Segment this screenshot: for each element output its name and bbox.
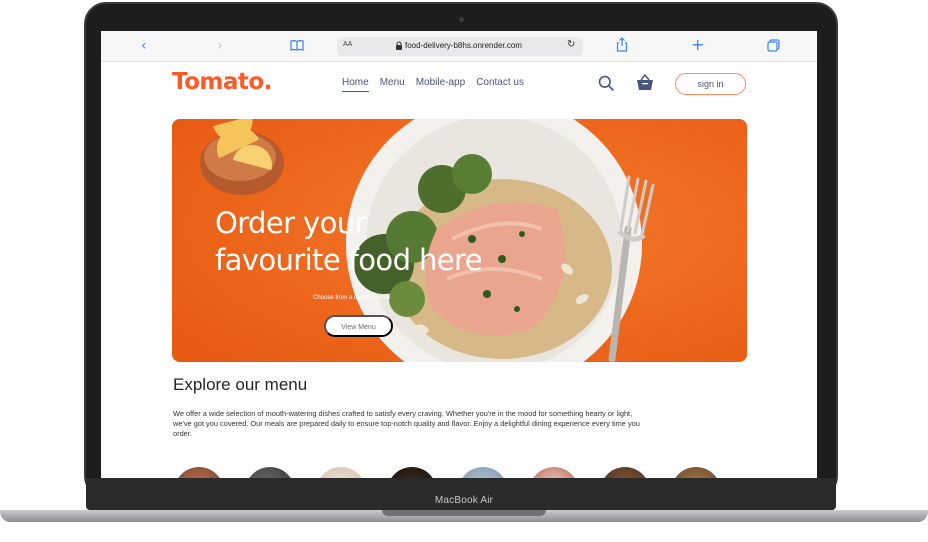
menu-category-item[interactable]: [529, 467, 579, 478]
lock-icon: [396, 41, 402, 50]
search-icon[interactable]: [598, 75, 614, 91]
basket-icon[interactable]: [636, 74, 654, 91]
laptop-notch: [382, 510, 546, 516]
share-icon[interactable]: [616, 37, 628, 57]
back-icon[interactable]: ‹: [141, 37, 147, 55]
site-logo[interactable]: Tomato.: [172, 69, 272, 95]
sign-in-button[interactable]: sign in: [675, 73, 746, 95]
nav-item-contact-us[interactable]: Contact us: [476, 77, 524, 92]
address-bar[interactable]: AA food-delivery-b8hs.onrender.com ↻: [337, 37, 583, 56]
view-menu-button[interactable]: View Menu: [324, 315, 393, 337]
browser-screen: ‹ › AA food-delivery-b8hs.onrender.com ↻…: [101, 31, 817, 478]
reader-aa-button[interactable]: AA: [343, 41, 352, 48]
nav-item-mobile-app[interactable]: Mobile-app: [416, 77, 465, 92]
menu-category-item[interactable]: [671, 467, 721, 478]
hero-banner: Order your favourite food here Choose fr…: [172, 119, 747, 362]
hero-title: Order your favourite food here: [215, 206, 483, 277]
nav-item-menu[interactable]: Menu: [380, 77, 405, 92]
device-label: MacBook Air: [434, 495, 494, 506]
camera-dot: [459, 17, 464, 22]
tabs-icon[interactable]: [767, 39, 780, 57]
laptop-base: MacBook Air: [0, 478, 928, 536]
nav-item-home[interactable]: Home: [342, 77, 369, 92]
reload-icon[interactable]: ↻: [567, 39, 575, 50]
menu-category-item[interactable]: [316, 467, 366, 478]
book-icon[interactable]: [290, 38, 304, 56]
new-tab-icon[interactable]: +: [691, 36, 704, 54]
menu-category-item[interactable]: [458, 467, 508, 478]
main-nav: Home Menu Mobile-app Contact us: [342, 77, 524, 92]
menu-category-item[interactable]: [245, 467, 295, 478]
hero-subtitle: Choose from a diverse menu: [313, 295, 391, 301]
explore-heading: Explore our menu: [173, 375, 308, 394]
forward-icon[interactable]: ›: [217, 37, 223, 55]
url-text: food-delivery-b8hs.onrender.com: [405, 41, 522, 50]
laptop-mockup: ‹ › AA food-delivery-b8hs.onrender.com ↻…: [0, 0, 928, 542]
menu-category-item[interactable]: [600, 467, 650, 478]
menu-category-item[interactable]: [174, 467, 224, 478]
explore-description: We offer a wide selection of mouth-water…: [173, 409, 640, 438]
menu-category-item[interactable]: [387, 467, 437, 478]
browser-toolbar: ‹ › AA food-delivery-b8hs.onrender.com ↻…: [101, 31, 817, 62]
